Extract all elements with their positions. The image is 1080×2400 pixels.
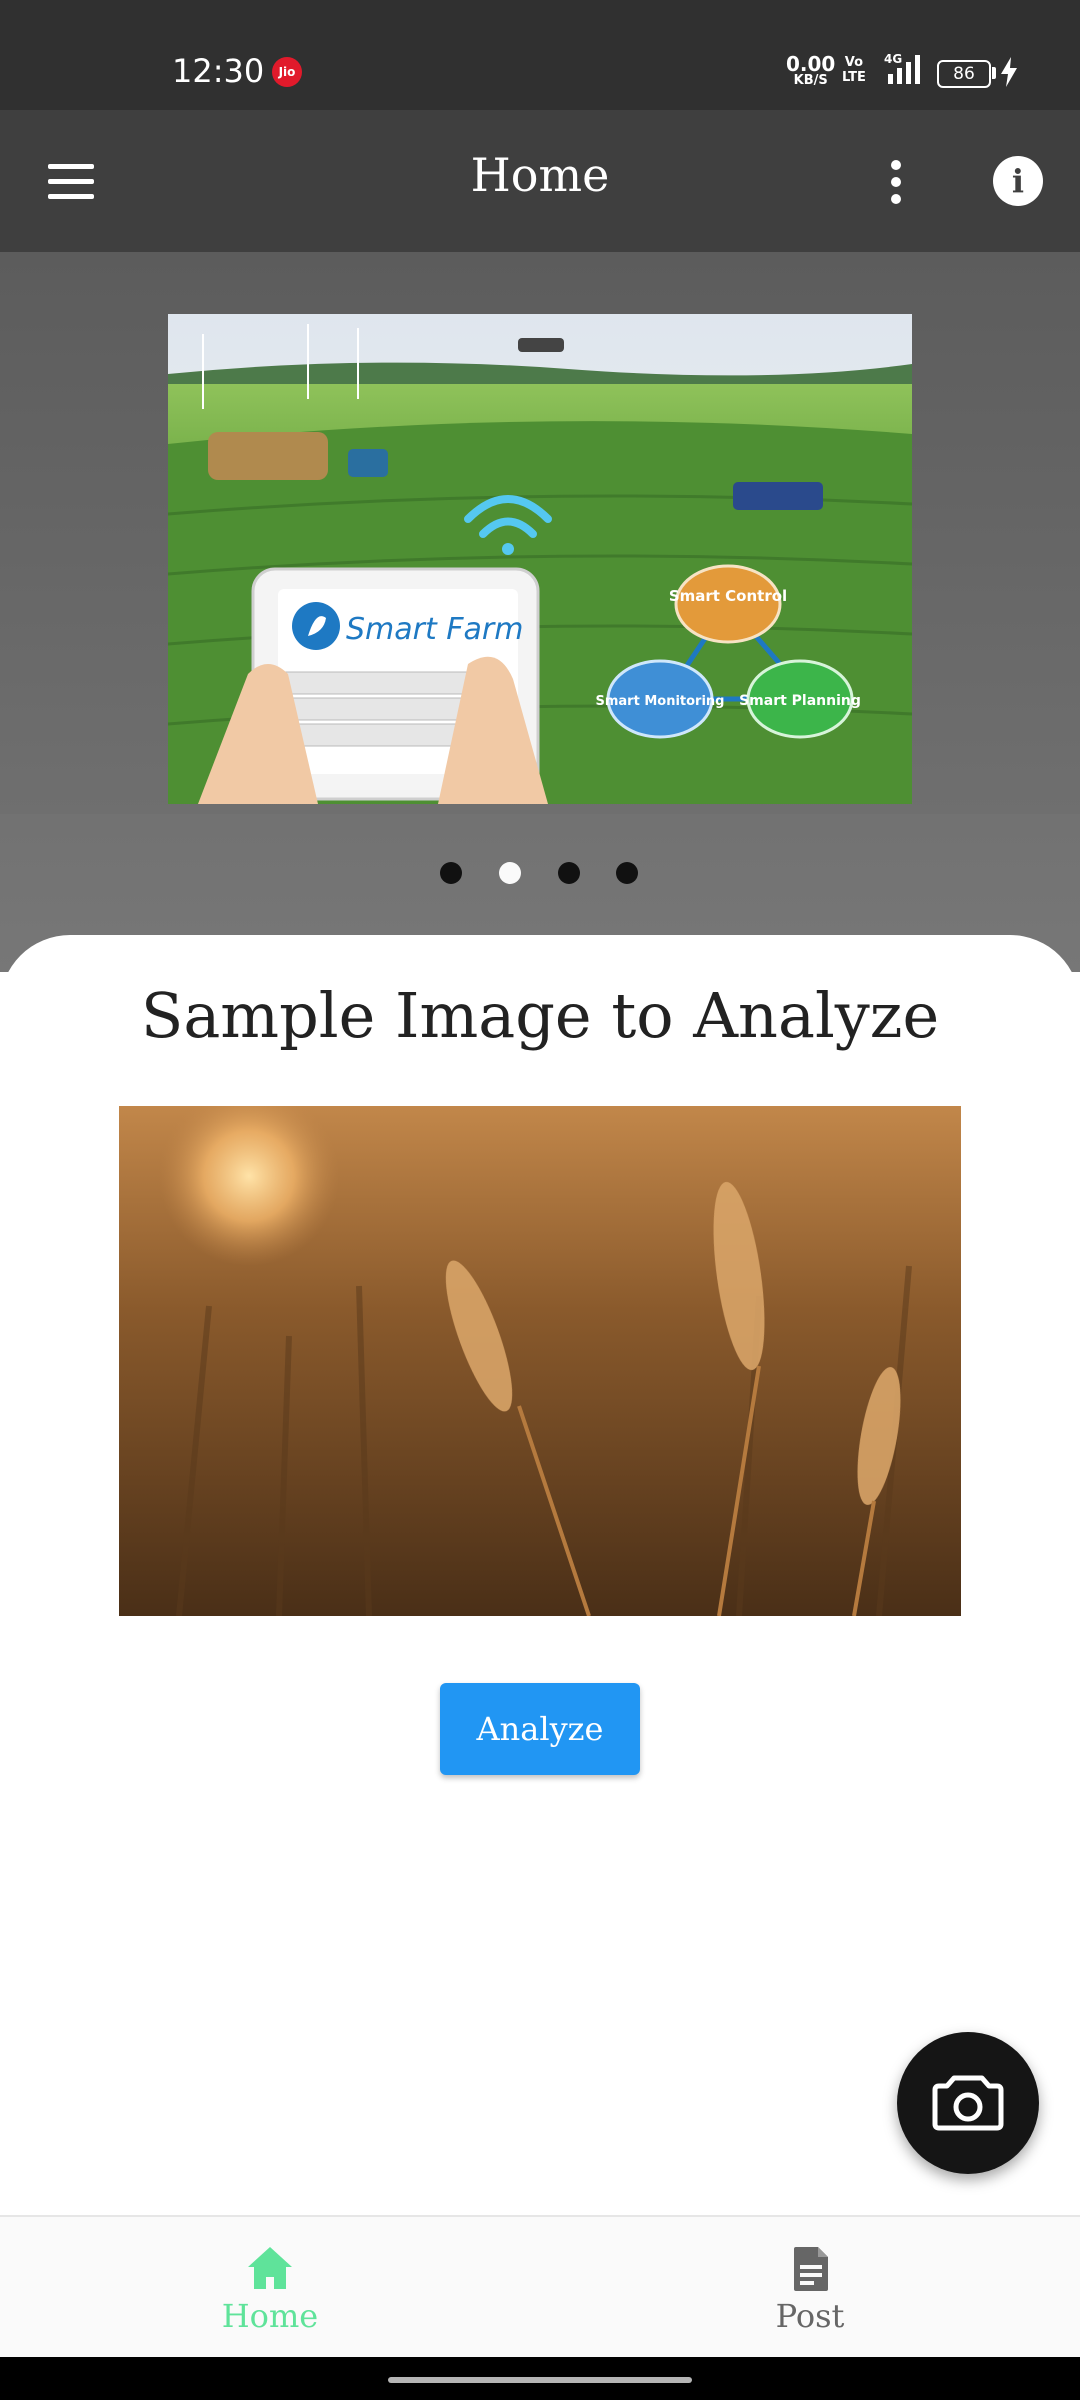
bottom-navigation: Home Post: [0, 2215, 1080, 2359]
carousel-dot-2[interactable]: [499, 862, 521, 884]
banner-text: Smart Farm: [346, 612, 523, 647]
charging-icon: [1001, 57, 1017, 87]
network-speed: 0.00 KB/S: [786, 54, 835, 87]
camera-icon: [932, 2075, 1004, 2131]
home-icon: [248, 2247, 292, 2289]
sample-wheat-image: [119, 1106, 961, 1616]
card-title: Sample Image to Analyze: [140, 979, 940, 1052]
smart-farm-illustration: Smart Farm Smart Control Smart Monitorin…: [168, 314, 912, 804]
carousel-dot-4[interactable]: [616, 862, 638, 884]
analysis-card: Sample Image to Analyze Analyze: [0, 935, 1080, 2215]
volte-line2: LTE: [842, 70, 866, 85]
status-bar: 12:30 Jio 0.00 KB/S Vo LTE 4G 86: [0, 0, 1080, 110]
more-vertical-icon[interactable]: [876, 158, 916, 206]
document-icon: [794, 2247, 828, 2291]
volte-indicator: Vo LTE: [842, 55, 866, 85]
node-smart-control: Smart Control: [669, 587, 787, 605]
wheat-field-illustration: [119, 1106, 961, 1616]
app-bar: Home i: [0, 110, 1080, 252]
nav-label-post: Post: [775, 2297, 845, 2335]
status-time: 12:30: [172, 52, 265, 90]
info-icon[interactable]: i: [993, 156, 1043, 206]
node-smart-monitoring: Smart Monitoring: [596, 694, 725, 709]
signal-icon: 4G: [884, 52, 920, 84]
image-carousel: Smart Farm Smart Control Smart Monitorin…: [0, 252, 1080, 972]
home-gesture-pill[interactable]: [388, 2377, 692, 2383]
carousel-dot-1[interactable]: [440, 862, 462, 884]
page-title: Home: [470, 148, 610, 202]
network-type-label: 4G: [884, 52, 902, 66]
node-smart-planning: Smart Planning: [739, 693, 861, 709]
camera-fab[interactable]: [897, 2032, 1039, 2174]
volte-line1: Vo: [844, 55, 864, 70]
smart-farm-banner[interactable]: Smart Farm Smart Control Smart Monitorin…: [168, 314, 912, 804]
carousel-dot-3[interactable]: [558, 862, 580, 884]
analyze-button[interactable]: Analyze: [440, 1683, 640, 1775]
nav-label-home: Home: [221, 2297, 319, 2335]
carrier-badge: Jio: [272, 57, 302, 87]
battery-tip: [992, 67, 996, 79]
nav-item-home[interactable]: Home: [0, 2217, 540, 2359]
network-speed-value: 0.00: [786, 52, 836, 76]
nav-item-post[interactable]: Post: [540, 2217, 1080, 2359]
system-gesture-bar: [0, 2357, 1080, 2400]
battery-indicator: 86: [937, 60, 991, 88]
